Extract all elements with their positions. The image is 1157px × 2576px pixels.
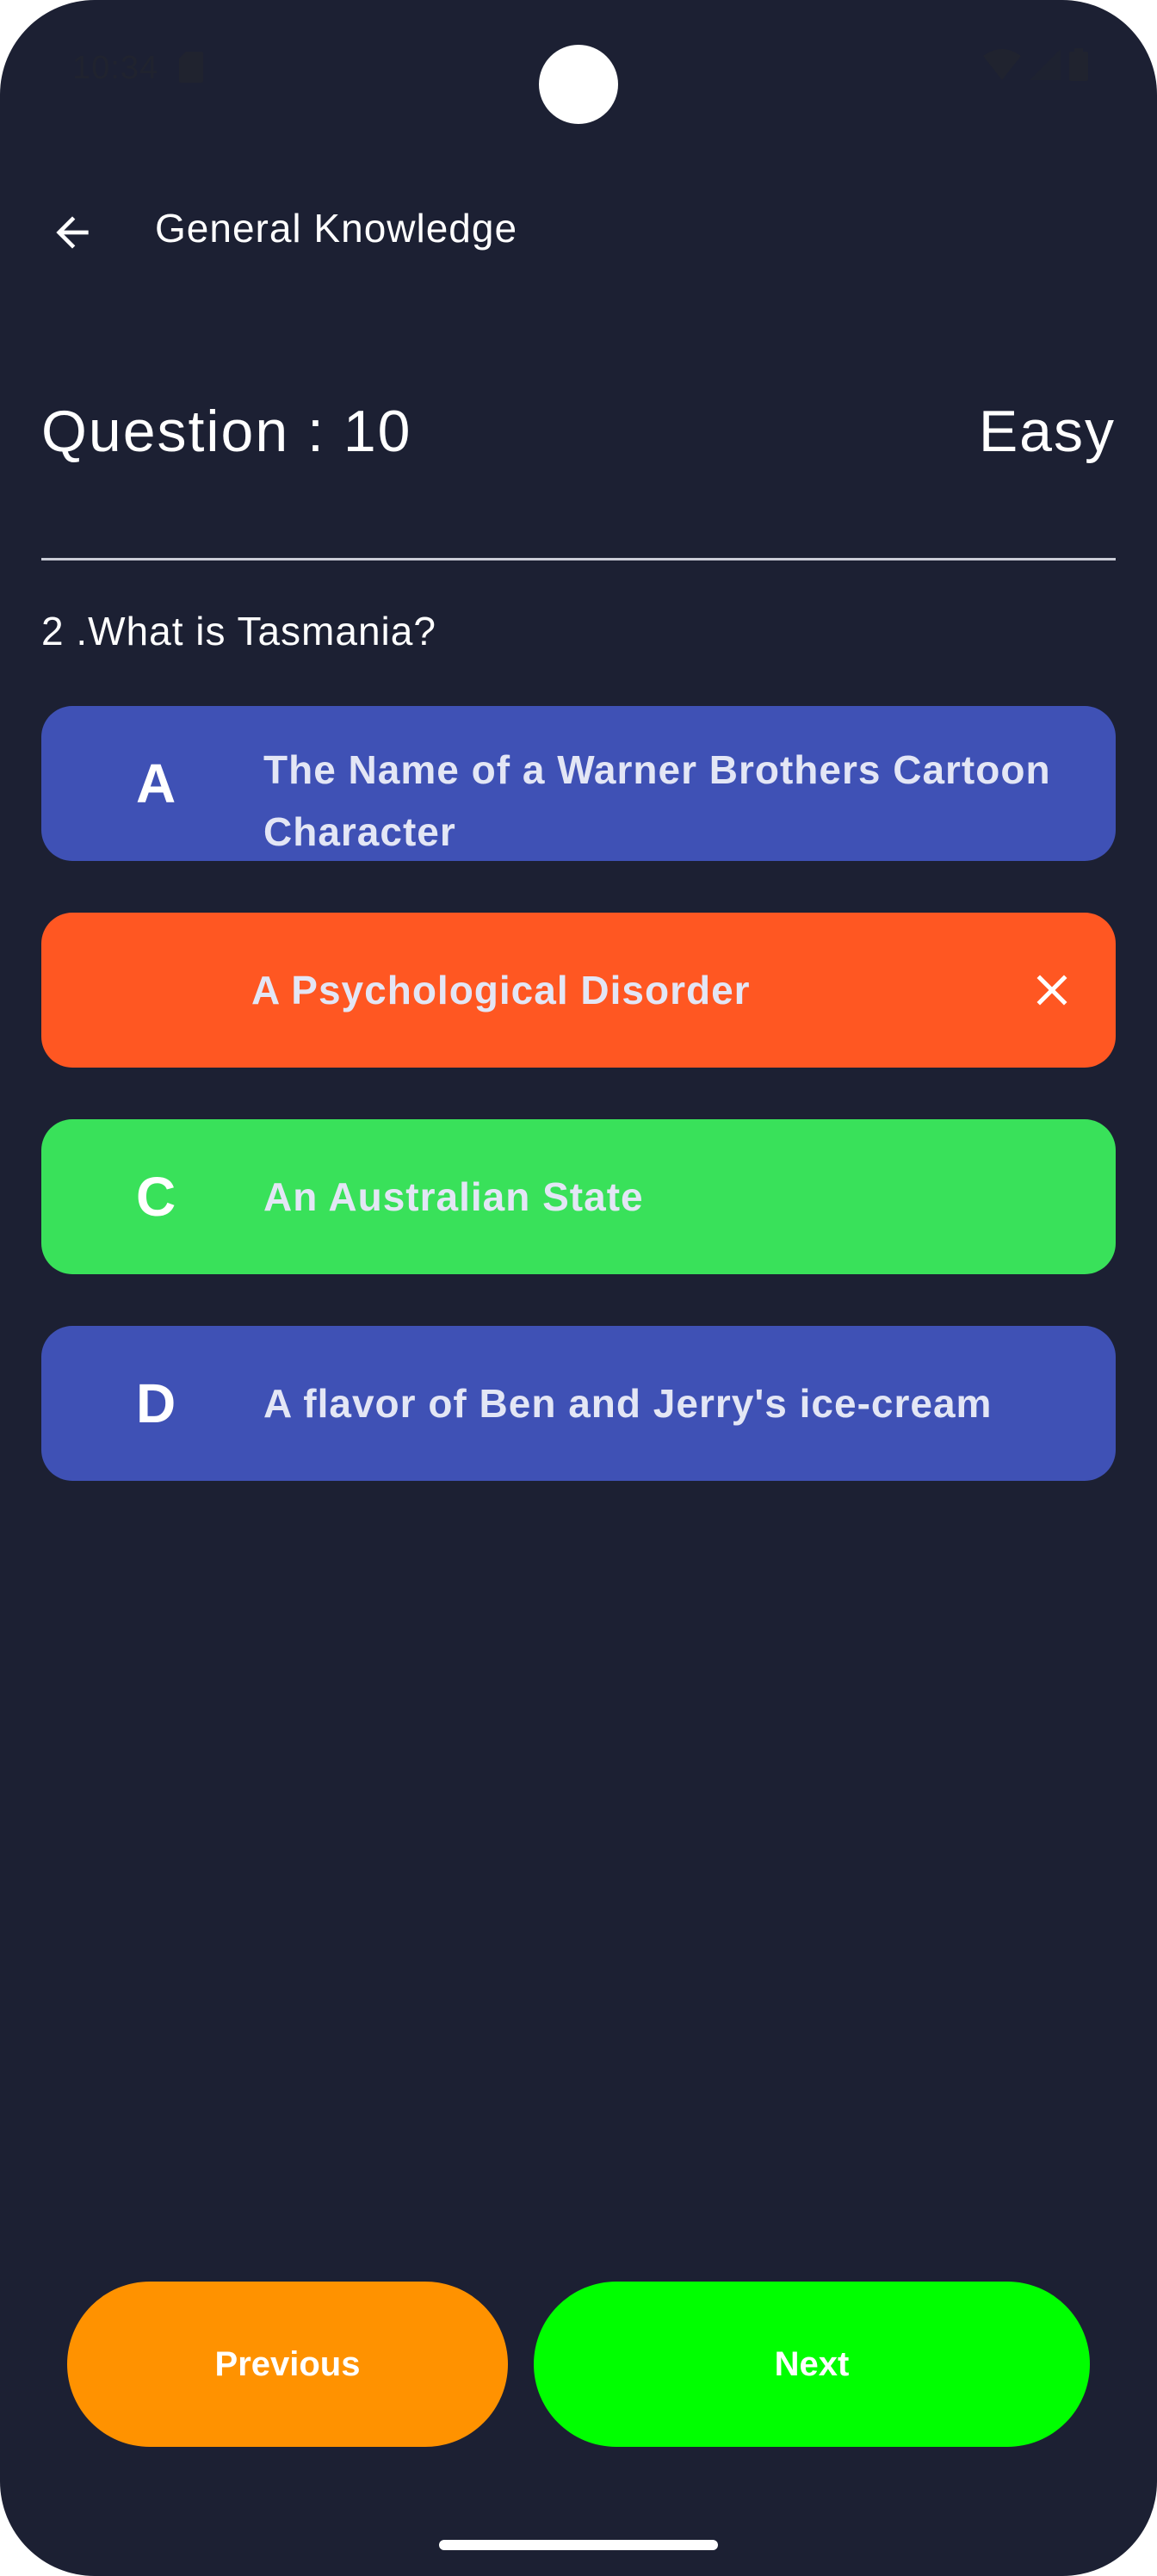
phone-screen: 10:34 General Knowledge Question : 10 Ea… (0, 0, 1157, 2576)
previous-button[interactable]: Previous (67, 2282, 508, 2447)
app-title: General Knowledge (155, 206, 518, 251)
home-indicator[interactable] (439, 2540, 718, 2550)
option-d[interactable]: D A flavor of Ben and Jerry's ice-cream (41, 1326, 1116, 1481)
question-text: 2 .What is Tasmania? (41, 609, 436, 653)
next-button[interactable]: Next (534, 2282, 1090, 2447)
question-number: Question : 10 (41, 399, 412, 464)
option-c[interactable]: C An Australian State (41, 1119, 1116, 1274)
option-letter: C (136, 1166, 176, 1228)
option-letter: A (136, 752, 176, 814)
status-bar: 10:34 (0, 0, 1157, 138)
option-text: A Psychological Disorder (251, 968, 751, 1012)
arrow-left-icon (56, 216, 89, 249)
sd-card-icon (179, 52, 203, 83)
wifi-icon (983, 49, 1021, 80)
camera-cutout (539, 45, 618, 124)
option-text: An Australian State (263, 1174, 644, 1219)
option-text: The Name of a Warner Brothers Cartoon Ch… (263, 747, 1051, 854)
option-b[interactable]: A Psychological Disorder (41, 913, 1116, 1068)
battery-icon (1069, 48, 1088, 81)
option-letter: D (136, 1372, 176, 1434)
cell-signal-icon (1030, 49, 1061, 80)
app-bar: General Knowledge (0, 172, 1157, 284)
option-a[interactable]: A The Name of a Warner Brothers Cartoon … (41, 706, 1116, 861)
status-icons (983, 48, 1088, 81)
close-icon (1036, 975, 1067, 1006)
status-time: 10:34 (72, 50, 159, 86)
back-button[interactable] (38, 198, 107, 267)
difficulty-label: Easy (978, 399, 1116, 464)
option-text: A flavor of Ben and Jerry's ice-cream (263, 1381, 993, 1426)
divider (41, 558, 1116, 560)
